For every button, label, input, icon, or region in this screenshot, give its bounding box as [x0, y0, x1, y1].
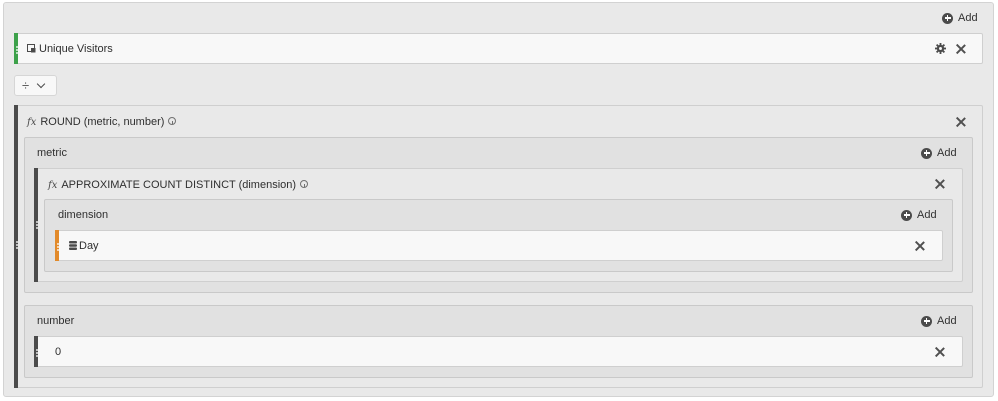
add-number-label: Add [937, 315, 957, 327]
number-argument-label: number [37, 315, 75, 327]
info-icon[interactable] [168, 117, 177, 125]
close-icon[interactable] [956, 44, 966, 54]
drag-handle-icon[interactable] [56, 243, 60, 251]
gear-icon[interactable] [935, 43, 946, 54]
drag-handle-icon[interactable] [15, 241, 19, 249]
plus-circle-icon [921, 147, 932, 159]
divide-operator: ÷ [22, 78, 30, 93]
drag-handle-icon[interactable] [35, 349, 39, 357]
approx-function-title: APPROXIMATE COUNT DISTINCT (dimension) [61, 179, 297, 191]
approx-function-label: fx APPROXIMATE COUNT DISTINCT (dimension) [48, 179, 309, 191]
metric-argument-label: metric [37, 147, 67, 159]
drag-handle-icon[interactable] [15, 46, 19, 54]
round-function-title: ROUND (metric, number) [40, 116, 165, 128]
fx-icon: fx [27, 117, 37, 128]
close-icon[interactable] [935, 179, 945, 189]
dimension-argument-label: dimension [58, 209, 109, 221]
day-card-label: Day [79, 240, 99, 252]
add-top-button[interactable]: Add [942, 12, 978, 24]
metric-card-unique-visitors[interactable]: Unique Visitors [14, 33, 983, 64]
dimension-card-day[interactable]: Day [55, 230, 943, 261]
fx-icon: fx [48, 180, 58, 191]
round-function-label: fx ROUND (metric, number) [27, 116, 177, 128]
close-icon[interactable] [956, 117, 966, 127]
metric-icon [27, 44, 36, 53]
add-number-button[interactable]: Add [921, 315, 957, 327]
close-icon[interactable] [915, 241, 925, 251]
close-icon[interactable] [935, 347, 945, 357]
add-dimension-button[interactable]: Add [901, 209, 937, 221]
drag-handle-icon[interactable] [35, 221, 39, 229]
number-value-card[interactable]: 0 [34, 336, 963, 367]
add-metric-button[interactable]: Add [921, 147, 957, 159]
add-metric-label: Add [937, 147, 957, 159]
number-value[interactable]: 0 [55, 346, 61, 358]
plus-circle-icon [901, 209, 912, 221]
dimension-icon [69, 241, 77, 250]
plus-circle-icon [942, 12, 953, 24]
add-dimension-label: Add [917, 209, 937, 221]
info-icon[interactable] [300, 180, 309, 188]
operator-select[interactable]: ÷ [14, 75, 57, 96]
add-top-label: Add [958, 12, 978, 24]
chevron-down-icon [36, 79, 46, 89]
metric-card-label: Unique Visitors [39, 43, 113, 55]
plus-circle-icon [921, 315, 932, 327]
